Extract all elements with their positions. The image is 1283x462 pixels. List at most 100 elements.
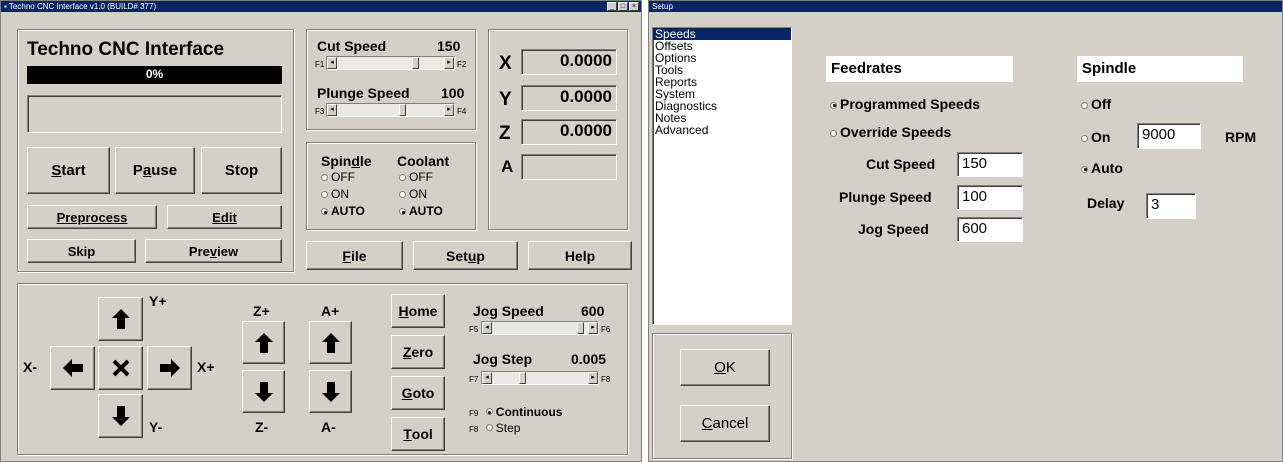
- x-minus-label: X-: [23, 359, 37, 375]
- slider-right-arrow-icon[interactable]: ▸: [444, 57, 454, 69]
- slider-left-arrow-icon[interactable]: ◂: [482, 372, 492, 384]
- jog-step-slider[interactable]: ◂ ▸: [481, 371, 599, 385]
- jog-x-minus-button[interactable]: [50, 346, 95, 390]
- slider-right-arrow-icon[interactable]: ▸: [588, 322, 598, 334]
- axis-z-value: 0.0000: [521, 119, 617, 145]
- slider-thumb[interactable]: [399, 104, 406, 116]
- arrow-left-icon: [62, 359, 83, 377]
- jog-z-plus-button[interactable]: [242, 321, 285, 364]
- arrow-up-icon: [254, 332, 273, 353]
- cut-speed-key-right: F2: [457, 60, 467, 69]
- skip-button[interactable]: Skip: [27, 239, 136, 263]
- setup-window-title: Setup: [652, 2, 673, 11]
- jog-z-minus-button[interactable]: [242, 370, 285, 413]
- help-button[interactable]: Help: [528, 241, 632, 270]
- spindle-on-setting-radio[interactable]: On: [1081, 129, 1110, 145]
- pause-button[interactable]: Pa use: [115, 147, 195, 194]
- jog-step-value: 0.005: [571, 351, 607, 367]
- file-button[interactable]: File: [306, 241, 403, 270]
- plunge-speed-input[interactable]: 100: [957, 185, 1023, 210]
- edit-button[interactable]: Edit: [167, 205, 282, 229]
- programmed-speeds-radio[interactable]: Programmed Speeds: [830, 96, 980, 112]
- spindle-on-radio[interactable]: ON: [321, 187, 349, 201]
- spindle-header: Spindle: [1077, 56, 1243, 82]
- jog-step-radio[interactable]: F8 Step: [469, 419, 520, 437]
- goto-button[interactable]: Goto: [391, 376, 445, 410]
- spindle-off-radio[interactable]: OFF: [321, 170, 355, 184]
- jog-speed-key-right: F6: [601, 325, 611, 334]
- app-title: Techno CNC Interface: [27, 39, 225, 60]
- slider-left-arrow-icon[interactable]: ◂: [327, 104, 337, 116]
- progress-label: 0%: [145, 67, 164, 81]
- ok-button[interactable]: OK: [680, 349, 770, 386]
- jog-a-plus-button[interactable]: [309, 321, 352, 364]
- spindle-rpm-input[interactable]: 9000: [1137, 123, 1201, 149]
- slider-left-arrow-icon[interactable]: ◂: [327, 57, 337, 69]
- jog-speed-input[interactable]: 600: [957, 217, 1023, 242]
- delay-input[interactable]: 3: [1146, 193, 1196, 219]
- y-minus-label: Y-: [149, 419, 163, 435]
- slider-thumb[interactable]: [577, 322, 585, 334]
- status-box: [27, 95, 282, 133]
- list-item[interactable]: Advanced: [653, 124, 791, 136]
- y-plus-label: Y+: [149, 293, 167, 309]
- cut-speed-slider[interactable]: ◂ ▸: [326, 56, 455, 70]
- close-button[interactable]: ×: [629, 2, 639, 11]
- jog-speed-value: 600: [581, 303, 605, 319]
- start-button[interactable]: Start: [27, 147, 110, 194]
- main-window-title: Techno CNC Interface v1.0 (BUILD# 377): [8, 2, 157, 11]
- coolant-auto-radio[interactable]: AUTO: [399, 204, 443, 218]
- tool-button[interactable]: Tool: [391, 417, 445, 451]
- slider-thumb[interactable]: [518, 372, 526, 384]
- setup-title-bar: Setup: [649, 1, 1282, 12]
- rpm-unit-label: RPM: [1225, 129, 1257, 145]
- preprocess-button[interactable]: Preprocess: [27, 205, 157, 229]
- coolant-on-radio[interactable]: ON: [399, 187, 427, 201]
- minimize-button[interactable]: _: [607, 2, 617, 11]
- jog-step-key-left: F7: [469, 375, 479, 384]
- slider-left-arrow-icon[interactable]: ◂: [482, 322, 492, 334]
- jog-stop-button[interactable]: [98, 346, 143, 390]
- plunge-speed-key-right: F4: [457, 107, 467, 116]
- plunge-speed-slider[interactable]: ◂ ▸: [326, 103, 455, 117]
- slider-right-arrow-icon[interactable]: ▸: [588, 372, 598, 384]
- override-speeds-radio[interactable]: Override Speeds: [830, 124, 951, 140]
- spindle-title: Spindle: [321, 153, 372, 169]
- cut-speed-key-left: F1: [315, 60, 325, 69]
- arrow-right-icon: [159, 359, 180, 377]
- jog-a-minus-button[interactable]: [309, 370, 352, 413]
- jog-y-plus-button[interactable]: [98, 297, 143, 341]
- spindle-auto-setting-radio[interactable]: Auto: [1081, 160, 1123, 176]
- spindle-auto-radio[interactable]: AUTO: [321, 204, 365, 218]
- plunge-speed-label: Plunge Speed: [317, 85, 410, 101]
- jog-speed-slider[interactable]: ◂ ▸: [481, 321, 599, 335]
- jog-x-plus-button[interactable]: [147, 346, 192, 390]
- progress-bar: 0%: [27, 66, 282, 84]
- cut-speed-input[interactable]: 150: [957, 152, 1023, 177]
- cut-speed-setting-label: Cut Speed: [866, 156, 936, 172]
- slider-right-arrow-icon[interactable]: ▸: [444, 104, 454, 116]
- jog-y-minus-button[interactable]: [98, 394, 143, 438]
- plunge-speed-key-left: F3: [315, 107, 325, 116]
- maximize-button[interactable]: □: [618, 2, 628, 11]
- zero-button[interactable]: Zero: [391, 335, 445, 369]
- jog-speed-label: Jog Speed: [473, 303, 544, 319]
- axis-a-label: A: [501, 157, 514, 176]
- slider-thumb[interactable]: [412, 57, 419, 69]
- jog-speed-key-left: F5: [469, 325, 479, 334]
- setup-button[interactable]: Set u p: [413, 241, 518, 270]
- setup-category-list[interactable]: Speeds Offsets Options Tools Reports Sys…: [652, 27, 792, 325]
- jog-speed-setting-label: Jog Speed: [858, 221, 929, 237]
- stop-button[interactable]: Stop: [201, 147, 282, 194]
- z-plus-label: Z+: [253, 303, 270, 319]
- preview-button[interactable]: Pre v iew: [145, 239, 282, 263]
- home-button[interactable]: Home: [391, 294, 445, 328]
- arrow-down-icon: [111, 406, 130, 426]
- cut-speed-value: 150: [437, 38, 461, 54]
- main-title-bar: ▪ Techno CNC Interface v1.0 (BUILD# 377)…: [1, 1, 641, 12]
- z-minus-label: Z-: [255, 419, 269, 435]
- arrow-down-icon: [321, 381, 340, 402]
- coolant-off-radio[interactable]: OFF: [399, 170, 433, 184]
- cancel-button[interactable]: Cancel: [680, 405, 770, 442]
- spindle-off-setting-radio[interactable]: Off: [1081, 96, 1111, 112]
